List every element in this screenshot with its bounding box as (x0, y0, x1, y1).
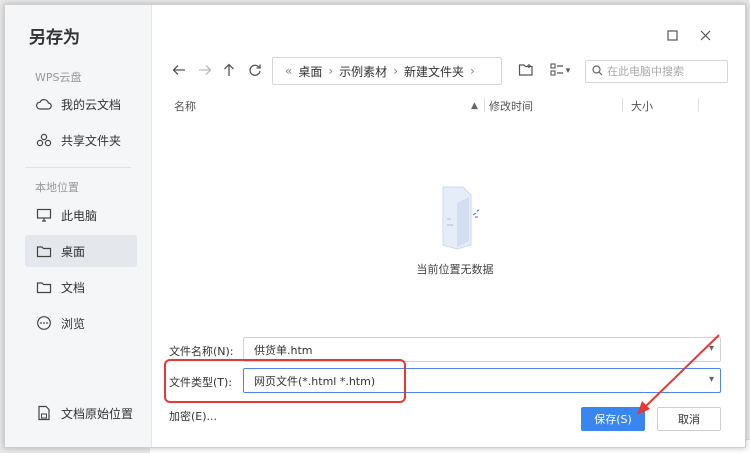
sidebar-item-my-cloud-docs[interactable]: 我的云文档 (25, 88, 137, 120)
sidebar-item-label: 共享文件夹 (61, 133, 122, 148)
chevron-right-icon: › (393, 64, 398, 78)
search-icon (592, 64, 603, 79)
arrow-left-icon (172, 64, 186, 79)
search-input[interactable] (607, 65, 717, 78)
new-folder-icon (518, 63, 534, 80)
empty-state-text: 当前位置无数据 (416, 263, 494, 276)
breadcrumb[interactable]: « 桌面 › 示例素材 › 新建文件夹 › (272, 57, 502, 85)
empty-state (395, 185, 515, 254)
sidebar-item-label: 文档原始位置 (61, 406, 134, 421)
document-icon (35, 405, 53, 421)
encrypt-link[interactable]: 加密(E)... (169, 408, 217, 424)
more-icon (35, 315, 53, 331)
breadcrumb-item[interactable]: 示例素材 (339, 63, 387, 80)
save-as-dialog: 另存为 WPS云盘 我的云文档 共享文件夹 本地位置 此电脑 桌面 文档 浏览 … (4, 4, 746, 448)
column-header-label: 名称 (174, 100, 196, 113)
double-chevron-left-icon[interactable]: « (285, 64, 292, 78)
sidebar-item-label: 浏览 (61, 316, 86, 331)
cloud-icon (35, 96, 53, 112)
filename-label: 文件名称(N): (169, 345, 234, 358)
sidebar-section-local: 本地位置 (35, 181, 79, 194)
chevron-right-icon: › (470, 64, 475, 78)
column-separator[interactable] (484, 98, 485, 112)
column-header-label: 修改时间 (489, 100, 533, 113)
up-button[interactable] (219, 61, 239, 81)
column-separator[interactable] (698, 98, 699, 112)
back-button[interactable] (169, 61, 189, 81)
dialog-title: 另存为 (29, 28, 80, 48)
refresh-icon (248, 63, 262, 80)
filename-value: 供货单.htm (254, 343, 313, 357)
chevron-right-icon: › (328, 64, 334, 78)
column-header-label: 大小 (631, 100, 653, 113)
sidebar-item-label: 我的云文档 (61, 97, 122, 112)
sidebar-item-label: 桌面 (61, 244, 86, 259)
column-header-modified[interactable]: 修改时间 (489, 97, 533, 115)
breadcrumb-item[interactable]: 桌面 (298, 63, 322, 80)
folder-icon (35, 279, 53, 295)
maximize-button[interactable] (664, 29, 680, 45)
refresh-button[interactable] (245, 61, 265, 81)
sidebar: 另存为 WPS云盘 我的云文档 共享文件夹 本地位置 此电脑 桌面 文档 浏览 … (5, 5, 152, 447)
breadcrumb-item[interactable]: 新建文件夹 (404, 63, 464, 80)
chevron-down-icon: ▾ (565, 66, 571, 76)
sort-ascending-icon: ▲ (471, 101, 478, 111)
sidebar-section-cloud: WPS云盘 (35, 71, 82, 84)
column-separator[interactable] (622, 98, 623, 112)
column-header-size[interactable]: 大小 (631, 97, 653, 115)
share-icon (35, 132, 53, 148)
sidebar-item-shared-folder[interactable]: 共享文件夹 (25, 124, 137, 156)
column-header-name[interactable]: 名称 (174, 97, 196, 115)
sidebar-item-browse[interactable]: 浏览 (25, 307, 137, 339)
sidebar-item-label: 文档 (61, 280, 86, 295)
list-view-icon (550, 63, 564, 79)
sidebar-item-original-location[interactable]: 文档原始位置 (25, 397, 137, 429)
cancel-button[interactable]: 取消 (657, 407, 721, 431)
search-box[interactable] (585, 60, 728, 83)
annotation-highlight-box (164, 359, 406, 403)
save-button[interactable]: 保存(S) (581, 407, 645, 431)
close-icon (700, 30, 711, 44)
sidebar-item-desktop[interactable]: 桌面 (25, 235, 137, 267)
sidebar-item-label: 此电脑 (61, 208, 98, 223)
new-folder-button[interactable] (516, 61, 536, 81)
folder-icon (35, 243, 53, 259)
close-button[interactable] (697, 29, 713, 45)
square-icon (666, 30, 678, 44)
chevron-down-icon[interactable]: ▾ (709, 374, 714, 385)
sidebar-divider (25, 167, 131, 168)
monitor-icon (35, 207, 53, 223)
sidebar-item-this-pc[interactable]: 此电脑 (25, 199, 137, 231)
view-mode-button[interactable]: ▾ (545, 61, 575, 81)
arrow-right-icon (198, 64, 212, 79)
arrow-up-icon (223, 63, 235, 80)
empty-folder-icon (425, 186, 485, 254)
forward-button[interactable] (195, 61, 215, 81)
sidebar-item-documents[interactable]: 文档 (25, 271, 137, 303)
chevron-down-icon[interactable]: ▾ (709, 343, 714, 354)
